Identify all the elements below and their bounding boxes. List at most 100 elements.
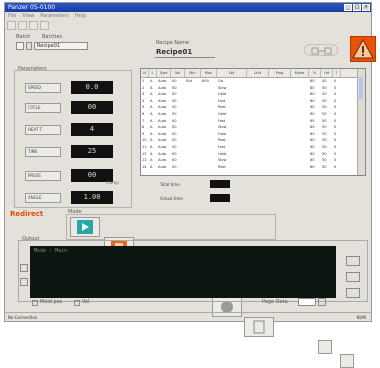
table-row[interactable]: 8 A Auto 00 Slow 80 50 0 (141, 124, 365, 131)
save-icon[interactable] (29, 21, 38, 30)
batch-value-field[interactable]: Recipe01 (34, 42, 88, 50)
param-value[interactable]: 00 (71, 101, 113, 114)
table-cell: A (150, 92, 153, 97)
scroll-thumb[interactable] (359, 77, 363, 99)
table-header-cell[interactable]: Min (185, 69, 201, 77)
table-scrollbar[interactable] (357, 69, 365, 175)
page-data-field[interactable] (298, 298, 316, 306)
param-button[interactable]: HEAT T (25, 125, 61, 135)
batch-checkbox[interactable] (16, 42, 24, 50)
table-cell: 50 (322, 105, 327, 110)
menu-file[interactable]: File (8, 12, 16, 20)
table-cell (291, 104, 309, 111)
table-header-cell[interactable]: Type (157, 69, 171, 77)
table-header-cell[interactable]: Val (171, 69, 185, 77)
table-cell: 50 (322, 131, 327, 136)
table-cell: A (150, 151, 153, 156)
table-cell (201, 104, 217, 111)
table-cell (269, 85, 291, 92)
play-button[interactable] (70, 217, 100, 237)
table-row[interactable]: 4 A Auto 00 Fast 80 50 0 (141, 98, 365, 105)
batch-open-button[interactable] (26, 42, 32, 50)
table-cell: Hold (218, 151, 227, 156)
param-value[interactable]: 25 (71, 145, 113, 158)
menu-parameters[interactable]: Parameters (40, 12, 69, 20)
table-header-cell[interactable]: L (149, 69, 157, 77)
table-cell (269, 131, 291, 138)
table-header-cell[interactable]: T (333, 69, 341, 77)
table-cell: 50 (322, 144, 327, 149)
table-cell: Std (186, 79, 192, 83)
table-cell (201, 164, 217, 171)
console-right-button-3[interactable] (346, 288, 360, 298)
param-button[interactable]: ANGLE (25, 193, 61, 203)
table-cell: 80 (310, 158, 315, 163)
table-header-cell[interactable]: % (309, 69, 321, 77)
batch-value: Recipe01 (37, 43, 61, 49)
table-row[interactable]: 10 A Auto 00 Rest 80 50 0 (141, 137, 365, 144)
table-header-cell[interactable]: Prog (269, 69, 291, 77)
table-cell: A (150, 131, 153, 136)
warning-icon[interactable] (350, 36, 376, 62)
param-button[interactable]: CYCLE (25, 103, 61, 113)
table-cell: 800 (202, 79, 209, 83)
close-button[interactable]: × (362, 4, 370, 11)
new-icon[interactable] (7, 21, 16, 30)
table-row[interactable]: 9 A Auto 00 Hold 80 50 0 (141, 131, 365, 138)
mold-pos-checkbox[interactable] (32, 300, 38, 306)
table-header-cell[interactable]: Set (217, 69, 247, 77)
param-button[interactable]: TIME (25, 147, 61, 157)
table-cell: 0 (334, 79, 337, 83)
param-button[interactable]: PRESS (25, 171, 61, 181)
param-button[interactable]: SPEED (25, 83, 61, 93)
open-icon[interactable] (18, 21, 27, 30)
redirect-label[interactable]: Redirect (10, 210, 43, 218)
console-side-button-1[interactable] (20, 264, 28, 272)
table-header-cell[interactable]: Mode (291, 69, 309, 77)
minimize-button[interactable]: _ (344, 4, 352, 11)
table-cell: Fast (218, 98, 226, 103)
table-cell: 80 (310, 151, 315, 156)
table-cell: 00 (172, 125, 177, 130)
table-cell (247, 91, 269, 98)
recipe-name: Recipe01 (156, 48, 193, 56)
table-row[interactable]: 5 A Auto 00 Rest 80 50 0 (141, 104, 365, 111)
table-row[interactable]: 7 A Auto 00 Fast 80 50 0 (141, 118, 365, 125)
table-row[interactable]: 13 A Auto 00 Slow 80 50 0 (141, 157, 365, 164)
table-cell: 00 (172, 144, 177, 149)
menu-view[interactable]: View (22, 12, 34, 20)
table-cell: Rest (218, 138, 226, 143)
table-row[interactable]: 11 A Auto 00 Fast 80 50 0 (141, 144, 365, 151)
console-side-button-2[interactable] (20, 278, 28, 286)
link-icon (311, 47, 332, 55)
menu-bar: File View Parameters Help (5, 12, 374, 20)
table-row[interactable]: 6 A Auto 00 Hold 80 50 0 (141, 111, 365, 118)
table-header-cell[interactable]: Max (201, 69, 217, 77)
table-header-cell[interactable]: Unit (247, 69, 269, 77)
table-header-cell[interactable]: Hd (321, 69, 333, 77)
right-tool-button-1[interactable] (318, 340, 332, 354)
print-icon[interactable] (40, 21, 49, 30)
page-data-button[interactable] (318, 298, 326, 306)
actual-time-value (210, 194, 230, 202)
table-header-cell[interactable]: N (141, 69, 149, 77)
param-value[interactable]: 0.0 (71, 81, 113, 94)
title-bar[interactable]: Panzer 05-0100 _ □ × (5, 3, 371, 12)
console-right-button-2[interactable] (346, 272, 360, 282)
param-value[interactable]: 4 (71, 123, 113, 136)
vol-checkbox[interactable] (74, 300, 80, 306)
console-right-button-1[interactable] (346, 256, 360, 266)
maximize-button[interactable]: □ (353, 4, 361, 11)
table-row[interactable]: 3 A Auto 00 Hold 80 50 0 (141, 91, 365, 98)
table-cell: 0 (334, 92, 337, 97)
table-cell: 00 (172, 138, 177, 143)
table-cell (201, 91, 217, 98)
table-row[interactable]: 2 A Auto 00 Slow 80 50 0 (141, 85, 365, 92)
menu-help[interactable]: Help (75, 12, 86, 20)
table-row[interactable]: 1 A Auto 00 Std 800 Go 80 50 0 (141, 78, 365, 85)
table-row[interactable]: 14 A Auto 00 Rest 80 50 0 (141, 164, 365, 171)
batch-sub-label: Batches (42, 34, 63, 40)
right-tool-button-2[interactable] (340, 354, 354, 368)
table-row[interactable]: 12 A Auto 00 Hold 80 50 0 (141, 151, 365, 158)
param-value[interactable]: 1.00 (71, 191, 113, 204)
